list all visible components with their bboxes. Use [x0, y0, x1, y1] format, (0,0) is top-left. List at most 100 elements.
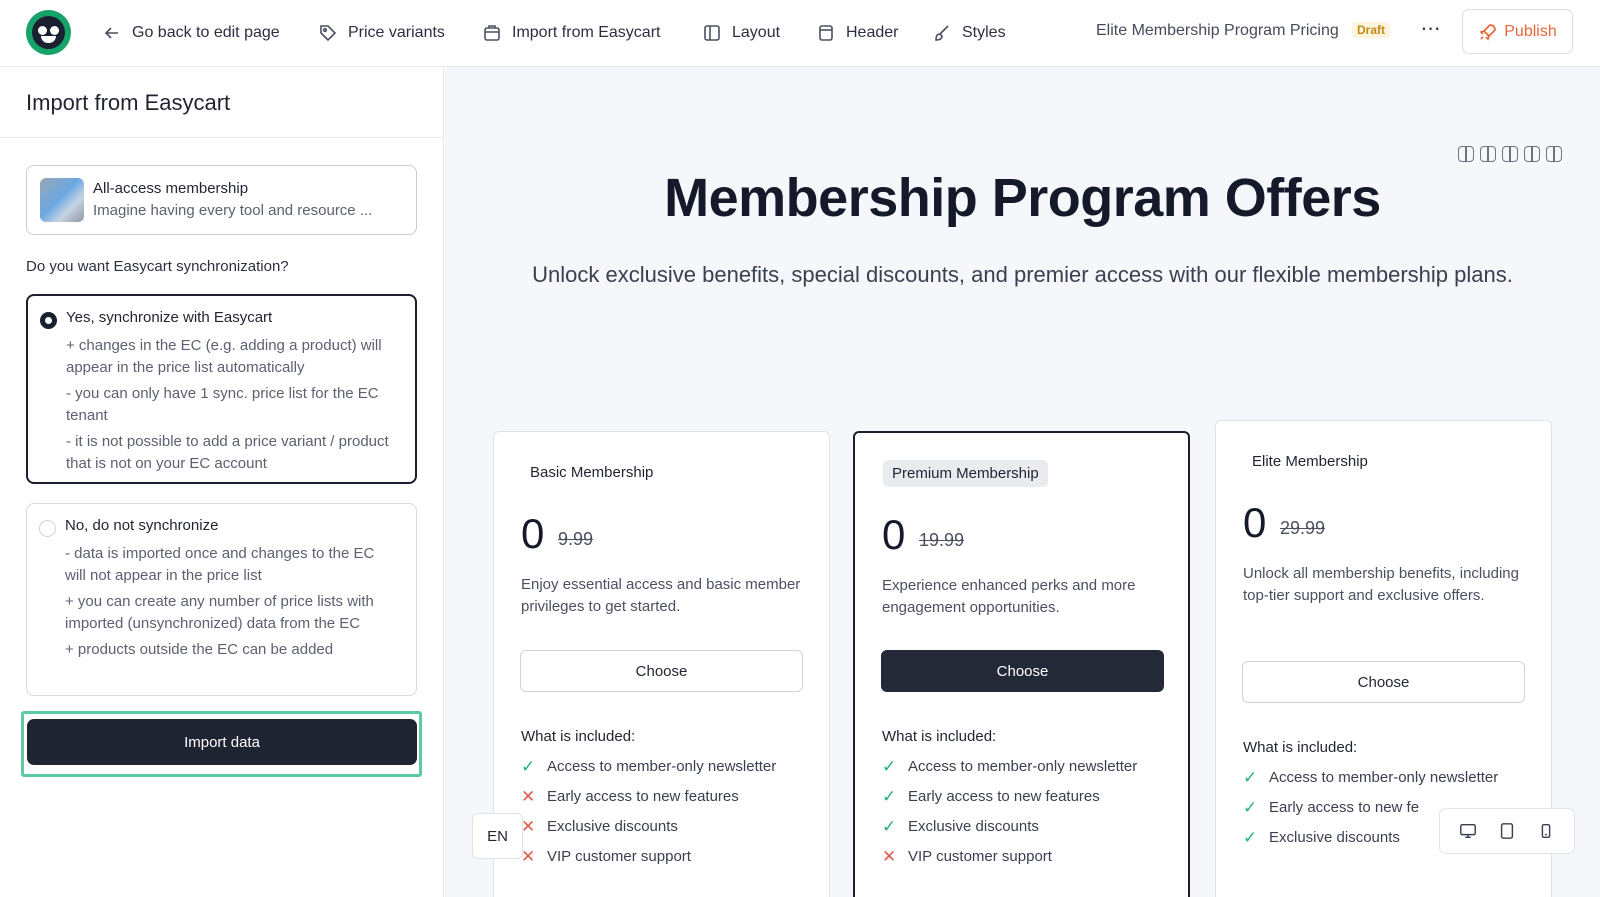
top-toolbar: Go back to edit page Price variants Impo… [0, 0, 1600, 67]
preview-canvas: Membership Program Offers Unlock exclusi… [445, 67, 1600, 897]
feature-item: ✓ Access to member-only newsletter [882, 756, 1167, 778]
feature-label: Early access to new features [547, 788, 739, 805]
price-variants-button[interactable]: Price variants [318, 19, 445, 47]
header-button[interactable]: Header [816, 19, 898, 47]
layout-rows-icon[interactable] [1502, 146, 1518, 162]
layout-grid-icon[interactable] [1546, 146, 1562, 162]
back-to-edit-label: Go back to edit page [132, 24, 280, 41]
layout-label: Layout [732, 24, 781, 41]
cross-icon: ✕ [882, 847, 897, 866]
import-data-button[interactable]: Import data [27, 719, 417, 765]
mobile-preview-button[interactable] [1535, 820, 1557, 842]
layout-columns-icon[interactable] [1458, 146, 1474, 162]
feature-item: ✕ VIP customer support [521, 846, 806, 868]
choose-button[interactable]: Choose [520, 650, 803, 692]
choose-button[interactable]: Choose [881, 650, 1164, 692]
included-title: What is included: [521, 728, 636, 745]
layout-button[interactable]: Layout [702, 19, 780, 47]
styles-button[interactable]: Styles [932, 19, 1006, 47]
mobile-icon [1541, 823, 1551, 839]
radio-no[interactable] [39, 520, 56, 537]
document-title: Elite Membership Program Pricing [1096, 22, 1339, 39]
tablet-icon [1500, 823, 1514, 839]
device-preview-switcher [1439, 808, 1575, 854]
product-name: All-access membership [93, 180, 249, 197]
price-variants-label: Price variants [348, 24, 445, 41]
plan-card-basic: Basic Membership 0 9.99 Enjoy essential … [493, 431, 830, 897]
plan-old-price: 9.99 [558, 529, 594, 549]
tablet-preview-button[interactable] [1496, 820, 1518, 842]
page-heading: Membership Program Offers [664, 168, 1381, 228]
cross-icon: ✕ [521, 847, 536, 866]
header-label: Header [846, 24, 899, 41]
plan-description: Unlock all membership benefits, includin… [1243, 565, 1519, 604]
check-icon: ✓ [882, 787, 897, 806]
layout-list-icon[interactable] [1524, 146, 1540, 162]
arrow-left-icon [104, 27, 118, 39]
brush-icon [935, 25, 949, 41]
feature-label: Exclusive discounts [1269, 829, 1400, 846]
feature-label: Early access to new fe [1269, 799, 1420, 816]
selected-product-card[interactable]: All-access membership Imagine having eve… [26, 165, 417, 235]
plan-old-price: 29.99 [1280, 518, 1326, 538]
feature-item: ✕ Early access to new features [521, 786, 806, 808]
included-title: What is included: [882, 728, 997, 745]
publish-button[interactable]: Publish [1462, 9, 1573, 54]
feature-item: ✕ Exclusive discounts [521, 816, 806, 838]
sync-option-yes[interactable]: Yes, synchronize with Easycart + changes… [26, 294, 417, 484]
rocket-icon [1479, 23, 1497, 41]
sync-option-yes-title: Yes, synchronize with Easycart [66, 309, 273, 326]
language-switcher[interactable]: EN [472, 813, 523, 859]
feature-label: VIP customer support [547, 848, 691, 865]
plan-price: 0 [882, 511, 906, 558]
feature-label: Exclusive discounts [547, 818, 678, 835]
sync-option-yes-line: - you can only have 1 sync. price list f… [66, 385, 379, 424]
feature-list: ✓ Access to member-only newsletter ✓ Early… [882, 756, 1167, 876]
check-icon: ✓ [521, 757, 536, 776]
header-icon [819, 25, 833, 41]
choose-button[interactable]: Choose [1242, 661, 1525, 703]
sync-option-yes-line: - it is not possible to add a price vari… [66, 433, 389, 472]
sync-option-no[interactable]: No, do not synchronize - data is importe… [26, 503, 417, 696]
check-icon: ✓ [882, 817, 897, 836]
feature-item: ✓ Access to member-only newsletter [1243, 767, 1528, 789]
feature-label: VIP customer support [908, 848, 1052, 865]
plan-card-premium: Premium Membership 0 19.99 Experience en… [853, 431, 1190, 897]
back-to-edit-button[interactable]: Go back to edit page [102, 19, 280, 47]
plan-name: Basic Membership [530, 464, 654, 481]
feature-item: ✓ Early access to new features [882, 786, 1167, 808]
desktop-preview-button[interactable] [1457, 820, 1479, 842]
feature-item: ✓ Access to member-only newsletter [521, 756, 806, 778]
check-icon: ✓ [1243, 798, 1258, 817]
product-description: Imagine having every tool and resource .… [93, 202, 373, 219]
layout-icon [704, 25, 720, 41]
import-sidebar: Import from Easycart All-access membersh… [0, 67, 444, 897]
status-badge: Draft [1352, 22, 1391, 38]
feature-label: Exclusive discounts [908, 818, 1039, 835]
feature-item: ✕ VIP customer support [882, 846, 1167, 868]
included-title: What is included: [1243, 739, 1358, 756]
plan-name: Elite Membership [1252, 453, 1368, 470]
styles-label: Styles [962, 24, 1006, 41]
more-options-button[interactable]: ⋯ [1418, 18, 1444, 44]
layout-columns-alt-icon[interactable] [1480, 146, 1496, 162]
import-easycart-label: Import from Easycart [512, 24, 661, 41]
logo-face-icon [32, 16, 65, 49]
feature-label: Access to member-only newsletter [1269, 769, 1499, 786]
app-logo[interactable] [26, 10, 71, 55]
import-easycart-button[interactable]: Import from Easycart [482, 19, 660, 47]
desktop-icon [1459, 823, 1476, 839]
sync-question: Do you want Easycart synchronization? [26, 258, 289, 275]
tag-icon [320, 25, 337, 42]
sync-option-no-line: - data is imported once and changes to t… [65, 545, 375, 584]
feature-label: Access to member-only newsletter [547, 758, 777, 775]
cart-box-icon [484, 25, 500, 41]
plan-name: Premium Membership [883, 460, 1048, 487]
plan-old-price: 19.99 [919, 530, 965, 550]
feature-list: ✓ Access to member-only newsletter ✕ Early… [521, 756, 806, 876]
sync-option-no-line: + you can create any number of price lis… [65, 593, 374, 632]
radio-yes[interactable] [40, 312, 57, 329]
feature-item: ✓ Exclusive discounts [882, 816, 1167, 838]
plan-price: 0 [1243, 499, 1267, 546]
plan-description: Experience enhanced perks and more engag… [882, 577, 1136, 616]
